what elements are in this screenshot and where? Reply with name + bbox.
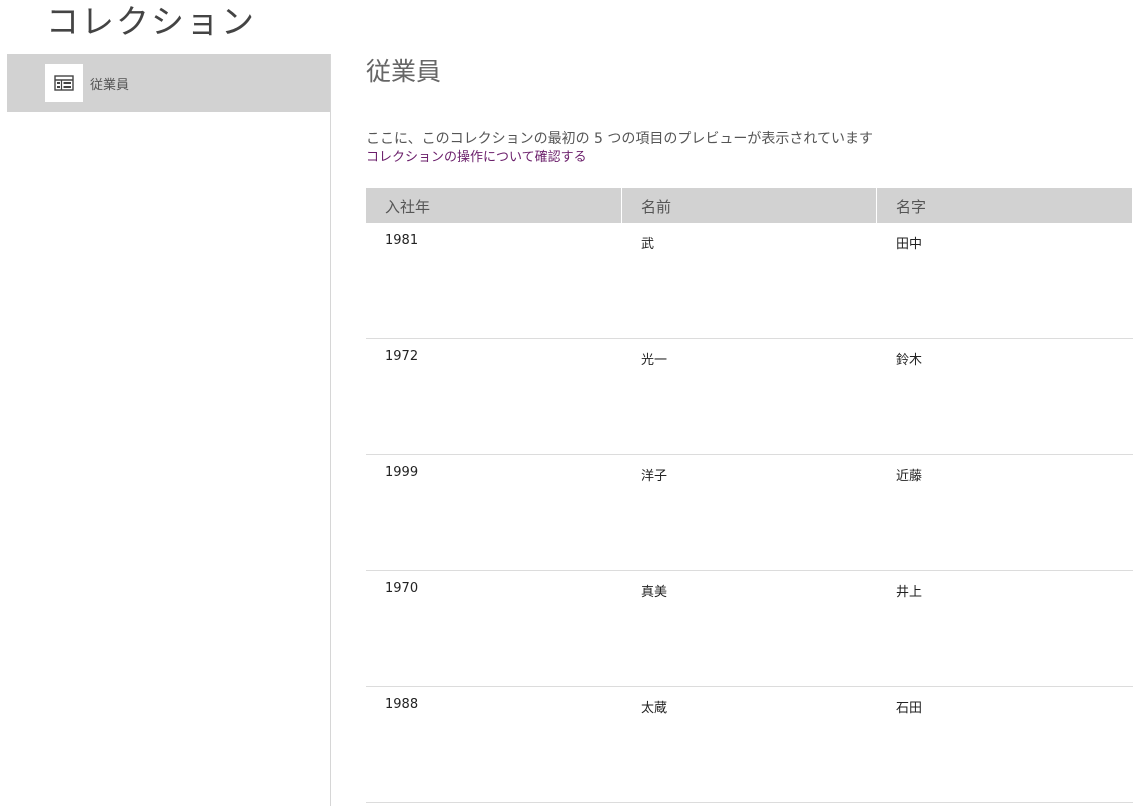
collection-title: 従業員: [366, 57, 442, 86]
table-header: 入社年 名前 名字: [366, 188, 1133, 223]
page-title: コレクション: [46, 2, 256, 41]
column-header-last-name: 名字: [877, 188, 1133, 223]
table-row: 1972 光一 鈴木: [366, 339, 1133, 455]
preview-description: ここに、このコレクションの最初の 5 つの項目のプレビューが表示されています: [366, 131, 873, 147]
cell-first-name: 光一: [641, 353, 668, 368]
cell-hire-year: 1981: [385, 233, 419, 248]
preview-table: 入社年 名前 名字 1981 武 田中 1972 光一 鈴木 1999 洋子 近…: [366, 188, 1133, 803]
cell-hire-year: 1972: [385, 349, 419, 364]
learn-collections-link[interactable]: コレクションの操作について確認する: [366, 150, 587, 166]
cell-first-name: 洋子: [641, 469, 668, 484]
cell-hire-year: 1970: [385, 581, 419, 596]
table-row: 1970 真美 井上: [366, 571, 1133, 687]
cell-last-name: 石田: [896, 701, 923, 716]
column-header-hire-year: 入社年: [366, 188, 622, 223]
table-row: 1981 武 田中: [366, 223, 1133, 339]
sidebar: 従業員: [7, 54, 331, 806]
main-content: 従業員 ここに、このコレクションの最初の 5 つの項目のプレビューが表示されてい…: [366, 54, 1141, 803]
cell-hire-year: 1988: [385, 697, 419, 712]
cell-first-name: 真美: [641, 585, 668, 600]
collection-table-icon: [45, 64, 83, 102]
cell-last-name: 井上: [896, 585, 923, 600]
sidebar-item-label: 従業員: [90, 77, 130, 93]
cell-last-name: 近藤: [896, 469, 923, 484]
table-row: 1999 洋子 近藤: [366, 455, 1133, 571]
cell-last-name: 鈴木: [896, 353, 923, 368]
cell-first-name: 太蔵: [641, 701, 668, 716]
table-row: 1988 太蔵 石田: [366, 687, 1133, 803]
column-header-first-name: 名前: [622, 188, 877, 223]
cell-hire-year: 1999: [385, 465, 419, 480]
sidebar-item-employees[interactable]: 従業員: [7, 54, 330, 112]
cell-first-name: 武: [641, 237, 655, 252]
cell-last-name: 田中: [896, 237, 923, 252]
